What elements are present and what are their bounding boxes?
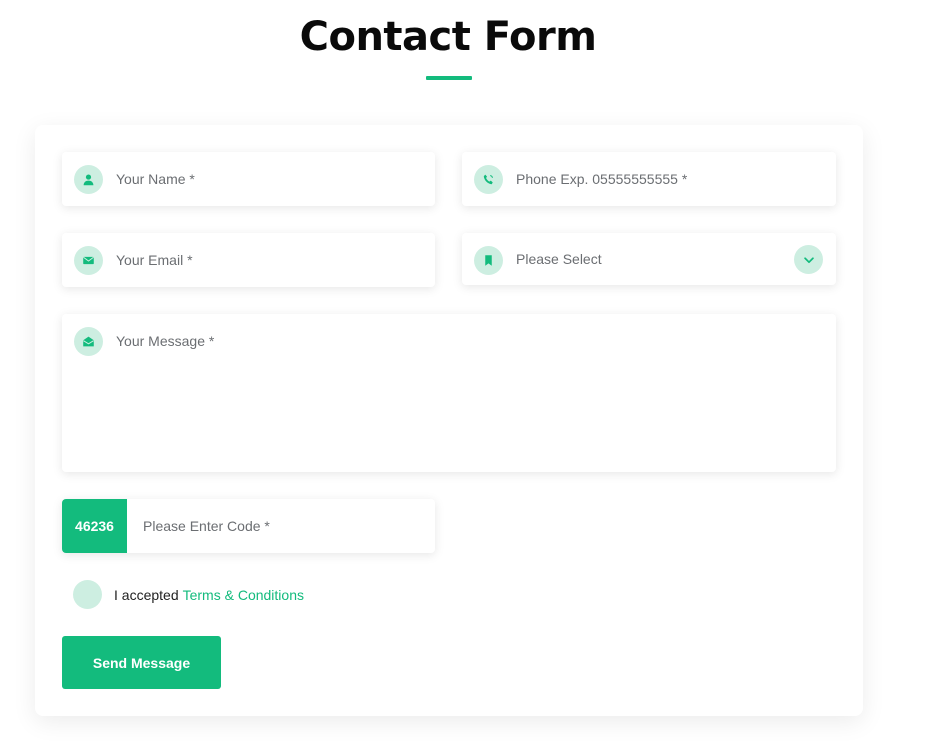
bookmark-icon	[474, 246, 503, 275]
email-field[interactable]: Your Email *	[62, 233, 435, 287]
phone-placeholder: Phone Exp. 05555555555 *	[516, 171, 688, 187]
envelope-open-icon	[74, 327, 103, 356]
phone-icon	[474, 165, 503, 194]
captcha-field[interactable]: 46236 Please Enter Code *	[62, 499, 435, 553]
terms-checkbox[interactable]	[73, 580, 102, 609]
title-underline	[426, 76, 472, 80]
name-field[interactable]: Your Name *	[62, 152, 435, 206]
phone-field[interactable]: Phone Exp. 05555555555 *	[462, 152, 836, 206]
name-placeholder: Your Name *	[116, 171, 195, 187]
envelope-icon	[74, 246, 103, 275]
email-placeholder: Your Email *	[116, 252, 193, 268]
contact-form-card: Your Name * Phone Exp. 05555555555 * You…	[35, 125, 863, 716]
user-icon	[74, 165, 103, 194]
message-placeholder: Your Message *	[116, 333, 215, 349]
terms-link[interactable]: Terms & Conditions	[183, 587, 304, 603]
terms-label: I accepted Terms & Conditions	[114, 587, 304, 603]
chevron-down-icon[interactable]	[794, 245, 823, 274]
message-textarea[interactable]: Your Message *	[62, 314, 836, 472]
terms-row: I accepted Terms & Conditions	[73, 580, 304, 609]
send-message-button[interactable]: Send Message	[62, 636, 221, 689]
captcha-code: 46236	[62, 499, 127, 553]
subject-select[interactable]: Please Select	[462, 233, 836, 285]
captcha-placeholder: Please Enter Code *	[143, 518, 270, 534]
subject-selected-value: Please Select	[516, 251, 602, 267]
page-title: Contact Form	[299, 14, 597, 60]
terms-prefix: I accepted	[114, 586, 179, 603]
